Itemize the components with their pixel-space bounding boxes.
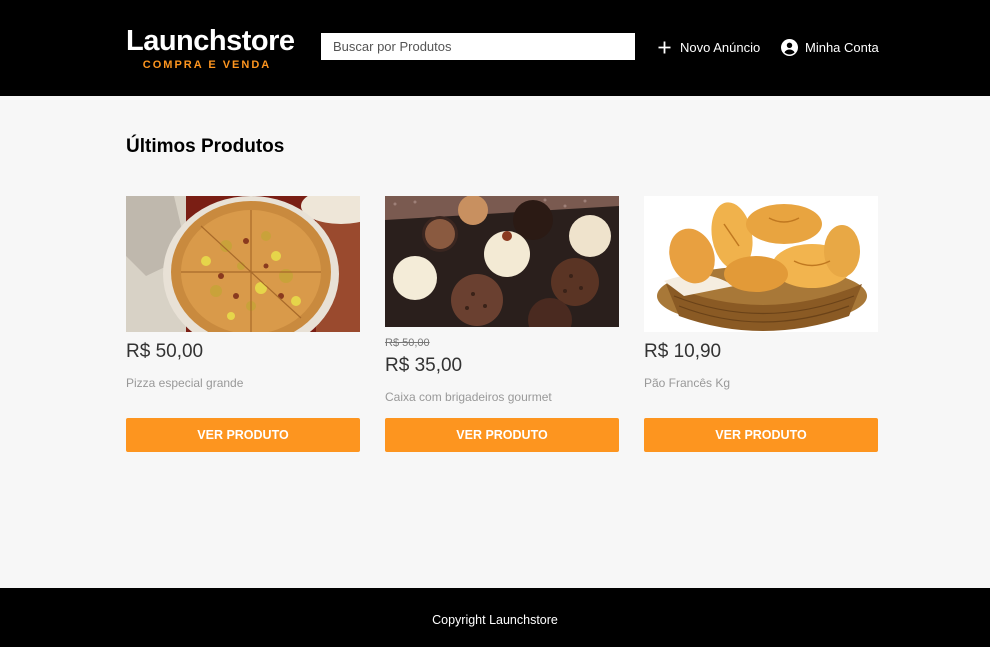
product-price: R$ 10,90: [644, 341, 722, 362]
product-name: Pizza especial grande: [126, 376, 244, 390]
copyright-text: Copyright Launchstore: [432, 613, 558, 627]
my-account-link[interactable]: Minha Conta: [781, 37, 879, 57]
view-product-button[interactable]: VER PRODUTO: [126, 418, 360, 452]
product-image-bread[interactable]: [644, 196, 878, 332]
my-account-label: Minha Conta: [805, 39, 879, 55]
top-header: Launchstore COMPRA E VENDA Novo Anúncio …: [0, 0, 990, 96]
product-image-pizza[interactable]: [126, 196, 360, 332]
product-name: Caixa com brigadeiros gourmet: [385, 390, 552, 404]
product-card: R$ 10,90 Pão Francês Kg VER PRODUTO: [644, 196, 878, 452]
new-ad-label: Novo Anúncio: [680, 39, 761, 55]
logo-subtitle: COMPRA E VENDA: [142, 59, 272, 71]
product-card: R$ 50,00 Pizza especial grande VER PRODU…: [126, 196, 360, 452]
product-image-brigadeiros[interactable]: [385, 196, 619, 332]
new-ad-link[interactable]: Novo Anúncio: [656, 37, 760, 57]
main-content: Últimos Produtos R$ 50,00 Pizza especial…: [0, 96, 990, 588]
view-product-button[interactable]: VER PRODUTO: [385, 418, 619, 452]
product-price: R$ 35,00: [385, 355, 463, 376]
logo-title: Launchstore: [126, 25, 295, 57]
search-input[interactable]: [321, 33, 635, 60]
footer: Copyright Launchstore: [0, 588, 990, 647]
view-product-button[interactable]: VER PRODUTO: [644, 418, 878, 452]
section-title: Últimos Produtos: [126, 136, 285, 157]
logo[interactable]: Launchstore COMPRA E VENDA: [126, 25, 295, 71]
product-name: Pão Francês Kg: [644, 376, 731, 390]
plus-icon: [656, 39, 673, 56]
product-price: R$ 50,00: [126, 341, 204, 362]
product-old-price: R$ 50,00: [385, 337, 430, 349]
product-card: R$ 50,00 R$ 35,00 Caixa com brigadeiros …: [385, 196, 619, 452]
account-circle-icon: [781, 38, 798, 56]
